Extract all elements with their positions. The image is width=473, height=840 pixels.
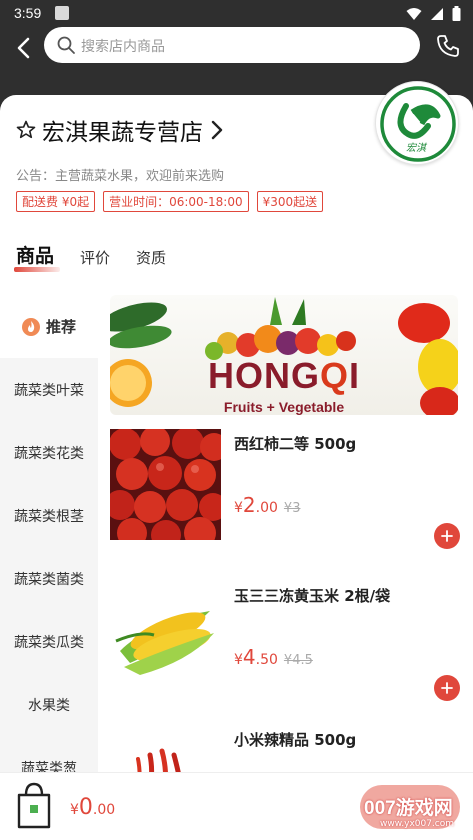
star-icon[interactable] (16, 120, 36, 140)
search-input[interactable]: 搜索店内商品 (44, 27, 420, 63)
search-placeholder: 搜索店内商品 (81, 39, 165, 55)
original-price: ¥4.5 (283, 653, 313, 668)
price-integer: 2 (242, 493, 256, 517)
back-arrow-icon[interactable] (10, 34, 38, 62)
sidebar-item-mushroom[interactable]: 蔬菜类菌类 (0, 547, 98, 610)
business-hours-tag: 营业时间：06:00-18:00 (103, 191, 249, 212)
banner-title-left: HONG (207, 355, 320, 396)
store-name: 宏淇果蔬专营店 (42, 120, 203, 146)
store-tags: 配送费 ¥0起 营业时间：06:00-18:00 ¥300起送 (16, 191, 324, 212)
store-title-row[interactable]: 宏淇果蔬专营店 (16, 113, 225, 147)
product-image (110, 429, 221, 540)
banner-subtitle: Fruits + Vegetable (223, 399, 345, 415)
original-price: ¥3 (283, 501, 301, 516)
top-bar: 搜索店内商品 (0, 26, 473, 86)
search-icon (57, 36, 75, 54)
plus-icon (441, 682, 453, 694)
notification-icon (55, 6, 69, 20)
price-decimal: .00 (255, 500, 278, 516)
plus-icon (441, 530, 453, 542)
store-tabs: 商品 评价 资质 (13, 241, 166, 272)
price-integer: 4 (242, 645, 256, 669)
add-to-cart-button[interactable] (434, 675, 460, 701)
tab-qualifications[interactable]: 资质 (136, 247, 166, 268)
product-card-tomato[interactable]: 西红柿二等 500g ¥2.00 ¥3 (110, 429, 460, 569)
sidebar-item-flower[interactable]: 蔬菜类花类 (0, 421, 98, 484)
banner-title-q: Q (319, 355, 349, 396)
total-integer: 0 (78, 795, 93, 820)
product-image (110, 725, 221, 772)
total-decimal: .00 (92, 802, 116, 818)
sidebar-item-recommend[interactable]: 推荐 (0, 295, 98, 358)
watermark-url: www.yx007.com (380, 819, 455, 829)
store-notice: 公告：主营蔬菜水果，欢迎前来选购 (16, 169, 225, 184)
product-name: 西红柿二等 500g (234, 435, 357, 453)
cart-total: ¥0.00 (70, 795, 115, 820)
banner-title: HONGQI (110, 355, 458, 397)
system-icons (406, 6, 461, 21)
tomato-image (110, 429, 221, 540)
watermark-text: 007游戏网 (364, 798, 453, 819)
corn-image (110, 581, 221, 692)
total-currency: ¥ (70, 802, 79, 818)
product-image (110, 581, 221, 692)
status-bar: 3:59 (0, 0, 473, 26)
store-logo: 宏淇 (375, 81, 459, 165)
wifi-icon (406, 7, 422, 20)
add-to-cart-button[interactable] (434, 523, 460, 549)
sidebar-item-fruit[interactable]: 水果类 (0, 673, 98, 736)
sidebar-item-leafy[interactable]: 蔬菜类叶菜 (0, 358, 98, 421)
store-banner[interactable]: HONGQI Fruits + Vegetable (110, 295, 458, 415)
category-sidebar: 推荐 蔬菜类叶菜 蔬菜类花类 蔬菜类根茎 蔬菜类菌类 蔬菜类瓜类 水果类 蔬菜类… (0, 295, 98, 772)
fire-icon (21, 317, 40, 336)
logo-text: 宏淇 (406, 142, 428, 154)
price-currency: ¥ (234, 652, 243, 668)
product-price: ¥4.50 ¥4.5 (234, 645, 313, 669)
product-list: HONGQI Fruits + Vegetable 西红柿二等 500g ¥2.… (98, 295, 473, 772)
signal-icon (431, 7, 443, 20)
product-card-corn[interactable]: 玉三三冻黄玉米 2根/袋 ¥4.50 ¥4.5 (110, 581, 460, 721)
status-time: 3:59 (14, 5, 42, 21)
chili-image (110, 725, 221, 772)
minimum-order-tag: ¥300起送 (256, 191, 324, 212)
banner-title-i: I (349, 355, 361, 396)
product-name: 小米辣精品 500g (234, 731, 357, 749)
sidebar-item-onion[interactable]: 蔬菜类葱 (0, 736, 98, 773)
price-decimal: .50 (255, 652, 278, 668)
store-header: 宏淇果蔬专营店 宏淇 公告：主营蔬菜水果，欢迎前来选购 配送费 ¥0起 营业时间… (0, 81, 473, 295)
sidebar-item-label: 推荐 (45, 318, 76, 336)
tab-reviews[interactable]: 评价 (80, 247, 110, 268)
delivery-fee-tag: 配送费 ¥0起 (16, 191, 96, 212)
tab-products[interactable]: 商品 (13, 241, 61, 272)
cart-bar: ¥0.00 007游戏网 www.yx007.com (0, 772, 473, 840)
phone-icon[interactable] (435, 33, 461, 59)
price-currency: ¥ (234, 500, 243, 516)
sidebar-item-root[interactable]: 蔬菜类根茎 (0, 484, 98, 547)
battery-icon (452, 6, 461, 21)
chevron-right-icon (211, 120, 223, 140)
shopping-bag-icon[interactable] (16, 781, 52, 829)
product-name: 玉三三冻黄玉米 2根/袋 (234, 587, 391, 605)
sidebar-item-melon[interactable]: 蔬菜类瓜类 (0, 610, 98, 673)
product-card-chili[interactable]: 小米辣精品 500g (110, 725, 458, 772)
product-price: ¥2.00 ¥3 (234, 493, 300, 517)
store-logo-mark: 宏淇 (380, 86, 456, 162)
